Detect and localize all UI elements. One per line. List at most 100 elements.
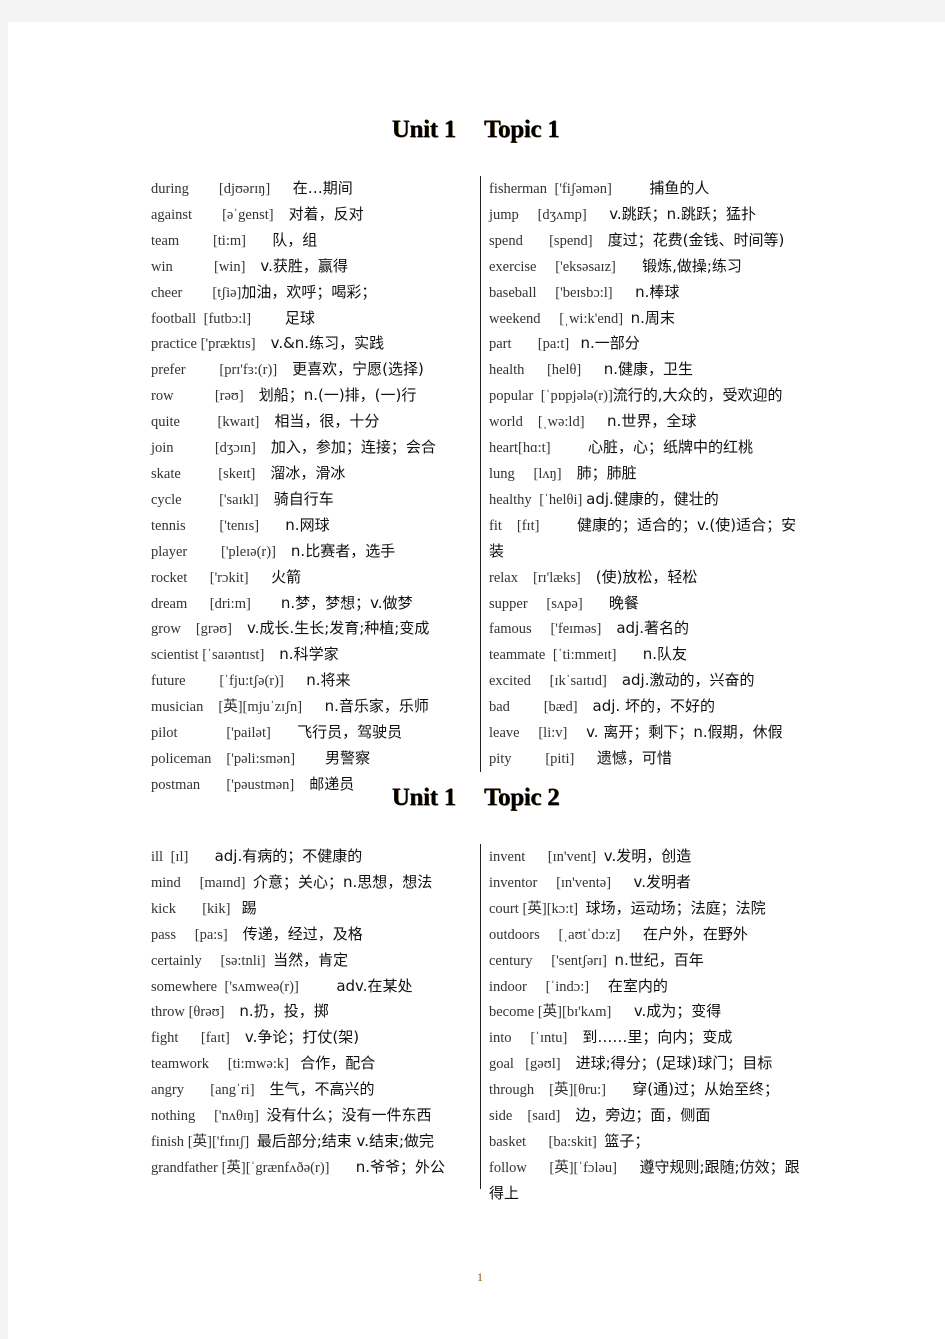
vocab-phonetic: [英][ˈfɔləu] (549, 1159, 617, 1176)
vocab-meaning: 在室内的 (607, 976, 668, 995)
vocab-entry: relax [rɪ'læks] (使)放松，轻松 (489, 565, 811, 591)
vocab-phonetic: [ˈfju:tʃə(r)] (219, 673, 284, 690)
vocab-phonetic: [djʊərɪŋ] (218, 181, 271, 197)
vocab-meaning: 传递，经过，及格 (242, 924, 363, 943)
vocab-meaning: 球场，运动场；法庭；法院 (585, 898, 766, 917)
vocab-entry: player ['pleɪə(r)] n.比赛者，选手 (151, 539, 473, 565)
vocab-word: cycle (151, 491, 182, 508)
vocab-entry: spend [spend] 度过；花费(金钱、时间等) (489, 228, 811, 254)
vocab-phonetic: ['fiʃəmən] (554, 181, 612, 197)
vocab-phonetic: [dʒʌmp] (537, 206, 587, 223)
vocab-phonetic: ['feɪməs] (550, 621, 602, 638)
vocab-phonetic: [fɪt] (516, 517, 540, 534)
vocab-phonetic: [kik] (202, 900, 231, 917)
vocab-meaning: 在…期间 (292, 179, 353, 197)
vocab-meaning: v.争论；打仗(架) (244, 1028, 360, 1047)
vocab-meaning: 锻炼,做操;练习 (642, 256, 742, 275)
vocab-meaning: 度过；花费(金钱、时间等) (607, 230, 785, 249)
vocab-meaning: 心脏，心；纸牌中的红桃 (588, 438, 754, 457)
vocab-meaning: adj.健康的，健壮的 (586, 489, 719, 508)
vocab-meaning: 更喜欢，宁愿(选择) (292, 360, 424, 379)
vocab-entry: popular [ˈpɒpjələ(r)]流行的,大众的，受欢迎的 (489, 383, 811, 409)
vocab-entry: pity [piti] 遗憾，可惜 (489, 746, 811, 772)
vocab-entry: during [djʊərɪŋ] 在…期间 (151, 176, 473, 202)
vocab-meaning: 加油，欢呼；喝彩； (241, 282, 377, 301)
vocab-phonetic: [pa:s] (194, 926, 228, 943)
vocab-meaning: 划船；n.(一)排，(一)行 (258, 386, 417, 405)
vocab-meaning: 溜冰，滑冰 (270, 463, 346, 482)
vocab-meaning: 当然，肯定 (273, 950, 349, 969)
vocab-meaning: n.世界，全球 (607, 412, 697, 431)
vocab-phonetic: [helθ] (546, 362, 582, 379)
vocab-entry: dream [dri:m] n.梦，梦想；v.做梦 (151, 591, 473, 617)
vocab-word: healthy (489, 491, 532, 508)
vocab-word: cheer (151, 284, 183, 301)
vocab-word: quite (151, 414, 180, 431)
vocab-phonetic: [英]['fɪnɪʃ] (187, 1133, 250, 1150)
vocab-phonetic: [ˌwi:k'end] (559, 310, 624, 327)
vocab-phonetic: [sʌpə] (546, 595, 583, 612)
vocab-phonetic: ['pəli:smən] (226, 750, 296, 767)
vocab-phonetic: ['præktɪs] (200, 336, 256, 353)
vocab-word: angry (151, 1082, 185, 1099)
vocab-entry: world [ˌwə:ld] n.世界，全球 (489, 409, 811, 435)
vocab-word: part (489, 336, 512, 353)
vocab-entry: football [futbɔ:l] 足球 (151, 306, 473, 332)
vocab-word: baseball (489, 284, 537, 301)
page-number: 1 (477, 1270, 483, 1284)
vocab-meaning: 火箭 (271, 567, 302, 586)
vocab-entry: kick [kik] 踢 (151, 896, 473, 922)
vocab-meaning: v.成为；变得 (633, 1002, 722, 1021)
vocab-entry: teamwork [ti:mwə:k] 合作，配合 (151, 1051, 473, 1077)
vocab-word: become (489, 1004, 535, 1021)
vocab-entry: fight [faɪt] v.争论；打仗(架) (151, 1025, 473, 1051)
title-topic: Topic 2 (483, 784, 560, 811)
vocab-meaning: adv.在某处 (336, 976, 413, 995)
vocab-meaning: adj.著名的 (616, 619, 690, 638)
vocab-phonetic: [gəʊl] (525, 1056, 561, 1073)
vocab-entry: win [win] v.获胜，赢得 (151, 254, 473, 280)
vocab-phonetic: [lʌŋ] (533, 465, 562, 482)
vocab-meaning: 加入，参加；连接；会合 (270, 438, 436, 457)
vocab-meaning: n.网球 (285, 515, 330, 534)
vocab-phonetic: [英][bɪ'kʌm] (537, 1004, 612, 1021)
vocab-meaning: n.梦，梦想；v.做梦 (280, 593, 413, 612)
vocab-entry: side [saɪd] 边，旁边；面，侧面 (489, 1103, 811, 1129)
title-unit: Unit 1 (391, 784, 456, 811)
